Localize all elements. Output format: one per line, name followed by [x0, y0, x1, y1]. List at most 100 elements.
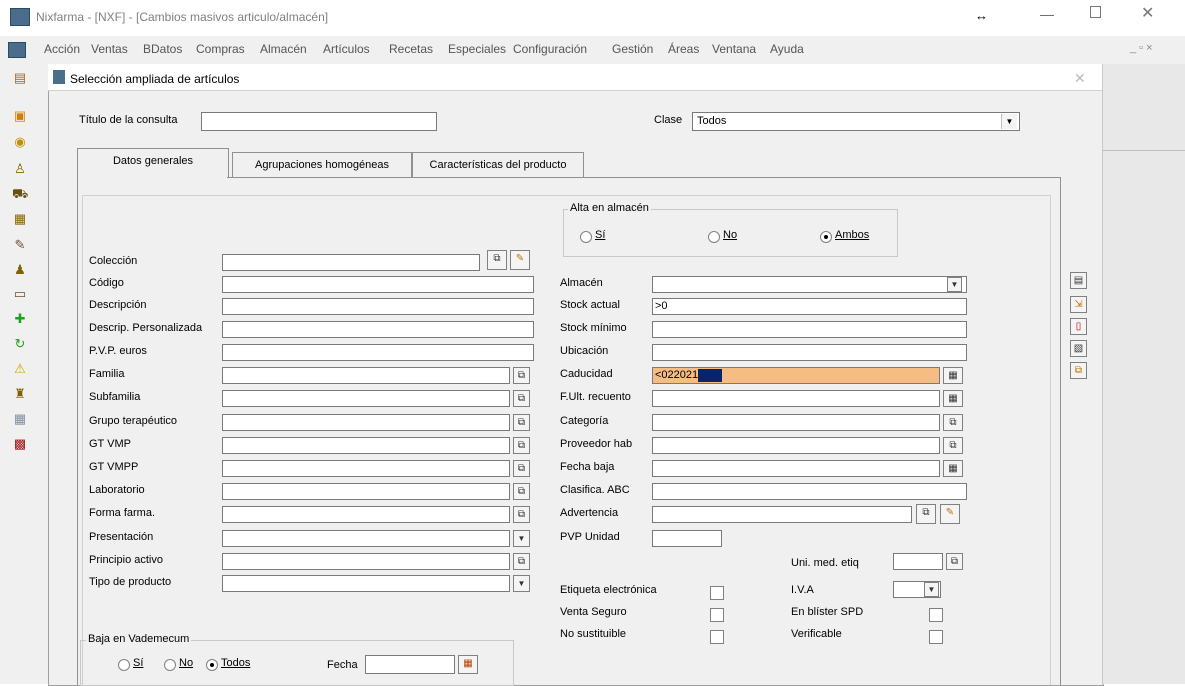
- tool-worker-icon[interactable]: ♜: [12, 386, 28, 402]
- chevron-down-icon[interactable]: ▼: [513, 575, 530, 592]
- tool-rule-icon[interactable]: ▤: [12, 70, 28, 86]
- menu-item-0[interactable]: Acción: [44, 42, 80, 56]
- right-field-input-10[interactable]: [652, 506, 912, 523]
- tool-monitor-icon[interactable]: ▭: [12, 286, 28, 302]
- lookup-icon[interactable]: ⧉: [513, 460, 530, 477]
- copy-icon[interactable]: ⧉: [1070, 362, 1087, 379]
- left-field-input-14[interactable]: [222, 575, 510, 592]
- left-field-input-8[interactable]: [222, 437, 510, 454]
- delete-icon[interactable]: ▯: [1070, 318, 1087, 335]
- right-field-input-7[interactable]: [652, 437, 940, 454]
- tool-cart-icon[interactable]: ⛟: [12, 186, 28, 202]
- dialog-close-icon[interactable]: ✕: [1074, 70, 1086, 87]
- right-field-input-6[interactable]: [652, 414, 940, 431]
- edit-icon[interactable]: ✎: [510, 250, 530, 270]
- calendar-icon[interactable]: ▦: [943, 390, 963, 407]
- tool-basket-icon[interactable]: ▦: [12, 211, 28, 227]
- alta-radio-0[interactable]: [580, 231, 592, 243]
- right-field-input-1[interactable]: >0: [652, 298, 967, 315]
- maximize-button[interactable]: [1090, 6, 1101, 18]
- left-field-input-3[interactable]: [222, 321, 534, 338]
- calendar-icon[interactable]: ▦: [458, 655, 478, 674]
- print-icon[interactable]: ▧: [1070, 340, 1087, 357]
- tool-refresh-icon[interactable]: ↻: [12, 336, 28, 352]
- right-field-input-8[interactable]: [652, 460, 940, 477]
- right-field-input-4[interactable]: <022021: [652, 367, 940, 384]
- left-field-input-11[interactable]: [222, 506, 510, 523]
- right-field-input-11[interactable]: [652, 530, 722, 547]
- tool-warning-icon[interactable]: ⚠: [12, 361, 28, 377]
- chevron-down-icon[interactable]: ▼: [924, 582, 939, 597]
- menu-item-1[interactable]: Ventas: [91, 42, 128, 56]
- left-field-input-6[interactable]: [222, 390, 510, 407]
- lookup-icon[interactable]: ⧉: [487, 250, 507, 270]
- right-field-input-2[interactable]: [652, 321, 967, 338]
- tool-cross-icon[interactable]: ✚: [12, 311, 28, 327]
- lookup-icon[interactable]: ⧉: [916, 504, 936, 524]
- menu-item-10[interactable]: Áreas: [668, 42, 699, 56]
- left-field-input-1[interactable]: [222, 276, 534, 293]
- lookup-icon[interactable]: ⧉: [513, 506, 530, 523]
- alta-radio-1[interactable]: [708, 231, 720, 243]
- save-icon[interactable]: ▤: [1070, 272, 1087, 289]
- left-field-input-9[interactable]: [222, 460, 510, 477]
- tool-grid-icon[interactable]: ▦: [12, 411, 28, 427]
- lookup-icon[interactable]: ⧉: [943, 414, 963, 431]
- lookup-icon[interactable]: ⧉: [513, 437, 530, 454]
- right-field-input-0[interactable]: [652, 276, 967, 293]
- tab-agrupaciones[interactable]: Agrupaciones homogéneas: [232, 152, 412, 179]
- checkbox-right-0[interactable]: [929, 608, 943, 622]
- checkbox-left-2[interactable]: [710, 630, 724, 644]
- lookup-icon[interactable]: ⧉: [513, 553, 530, 570]
- close-button[interactable]: ✕: [1141, 3, 1154, 23]
- lookup-icon[interactable]: ⧉: [513, 414, 530, 431]
- checkbox-right-1[interactable]: [929, 630, 943, 644]
- menu-item-3[interactable]: Compras: [196, 42, 245, 56]
- menu-item-12[interactable]: Ayuda: [770, 42, 804, 56]
- menu-item-8[interactable]: Configuración: [513, 42, 587, 56]
- tool-pen-icon[interactable]: ✎: [12, 237, 28, 253]
- tab-datos-generales[interactable]: Datos generales: [77, 148, 229, 179]
- alta-radio-2[interactable]: [820, 231, 832, 243]
- right-field-input-3[interactable]: [652, 344, 967, 361]
- menu-item-11[interactable]: Ventana: [712, 42, 756, 56]
- lookup-icon[interactable]: ⧉: [943, 437, 963, 454]
- chevron-down-icon[interactable]: ▼: [947, 277, 962, 292]
- calendar-icon[interactable]: ▦: [943, 460, 963, 477]
- tool-blocks-icon[interactable]: ▩: [12, 436, 28, 452]
- tool-box-icon[interactable]: ◉: [12, 134, 28, 150]
- tab-caracteristicas[interactable]: Características del producto: [412, 152, 584, 179]
- menu-item-6[interactable]: Recetas: [389, 42, 433, 56]
- tool-people-icon[interactable]: ♟: [12, 262, 28, 278]
- fecha-input[interactable]: [365, 655, 455, 674]
- uni-med-input[interactable]: [893, 553, 943, 570]
- menu-item-9[interactable]: Gestión: [612, 42, 653, 56]
- calendar-icon[interactable]: ▦: [943, 367, 963, 384]
- lookup-icon[interactable]: ⧉: [513, 390, 530, 407]
- left-field-input-2[interactable]: [222, 298, 534, 315]
- chevron-down-icon[interactable]: ▼: [1001, 114, 1017, 129]
- tool-print-icon[interactable]: ▣: [12, 108, 28, 124]
- left-field-input-7[interactable]: [222, 414, 510, 431]
- left-field-input-0[interactable]: [222, 254, 480, 271]
- right-field-input-5[interactable]: [652, 390, 940, 407]
- class-select[interactable]: Todos ▼: [692, 112, 1020, 131]
- checkbox-left-0[interactable]: [710, 586, 724, 600]
- minimize-button[interactable]: —: [1040, 6, 1054, 22]
- baja-radio-1[interactable]: [164, 659, 176, 671]
- chevron-down-icon[interactable]: ▼: [513, 530, 530, 547]
- left-field-input-5[interactable]: [222, 367, 510, 384]
- baja-radio-0[interactable]: [118, 659, 130, 671]
- lookup-icon[interactable]: ⧉: [513, 367, 530, 384]
- baja-radio-2[interactable]: [206, 659, 218, 671]
- menu-item-5[interactable]: Artículos: [323, 42, 370, 56]
- edit-icon[interactable]: ✎: [940, 504, 960, 524]
- menu-item-4[interactable]: Almacén: [260, 42, 307, 56]
- left-field-input-13[interactable]: [222, 553, 510, 570]
- tool-person-icon[interactable]: ♙: [12, 161, 28, 177]
- export-icon[interactable]: ⇲: [1070, 296, 1087, 313]
- left-field-input-10[interactable]: [222, 483, 510, 500]
- right-field-input-9[interactable]: [652, 483, 967, 500]
- mdi-controls-icon[interactable]: _ ▫ ×: [1130, 42, 1153, 54]
- lookup-icon[interactable]: ⧉: [946, 553, 963, 570]
